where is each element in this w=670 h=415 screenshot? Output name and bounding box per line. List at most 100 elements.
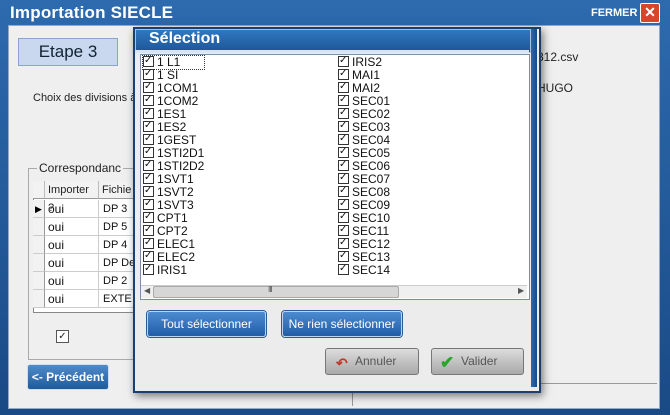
scroll-right-icon[interactable]: ▶ bbox=[518, 286, 524, 295]
division-label: 1COM2 bbox=[157, 94, 199, 108]
division-label: SEC13 bbox=[352, 250, 391, 264]
division-checkbox[interactable] bbox=[143, 199, 154, 211]
division-checkbox[interactable] bbox=[143, 173, 154, 185]
division-label: CPT1 bbox=[157, 211, 188, 225]
division-checkbox[interactable] bbox=[143, 82, 154, 94]
dialog-frame-edge bbox=[531, 29, 537, 387]
division-label: SEC04 bbox=[352, 133, 391, 147]
division-label: SEC12 bbox=[352, 237, 391, 251]
division-label: 1 L1 bbox=[157, 55, 181, 69]
division-label: 1SVT2 bbox=[157, 185, 194, 199]
division-checkbox[interactable] bbox=[338, 225, 349, 237]
division-checkbox[interactable] bbox=[143, 134, 154, 146]
division-checkbox[interactable] bbox=[338, 121, 349, 133]
division-label: CPT2 bbox=[157, 224, 188, 238]
division-checkbox[interactable] bbox=[338, 251, 349, 263]
division-label: MAI1 bbox=[352, 68, 381, 82]
scroll-left-icon[interactable]: ◀ bbox=[144, 286, 150, 295]
division-checkbox[interactable] bbox=[338, 212, 349, 224]
division-checkbox[interactable] bbox=[338, 134, 349, 146]
scrollbar-grip-icon: III bbox=[268, 285, 273, 294]
division-checkbox[interactable] bbox=[338, 160, 349, 172]
division-list-item[interactable]: SEC14 bbox=[338, 264, 390, 277]
division-label: 1STI2D1 bbox=[157, 146, 205, 160]
checklist-column-1: 1 L11 SI1COM11COM21ES11ES21GEST1STI2D11S… bbox=[141, 55, 206, 277]
row-indicator bbox=[33, 272, 45, 290]
division-checkbox[interactable] bbox=[143, 264, 154, 276]
division-label: ELEC1 bbox=[157, 237, 196, 251]
table-cell-importer[interactable]: oui bbox=[45, 272, 99, 290]
division-checkbox[interactable] bbox=[143, 186, 154, 198]
checklist-column-2: IRIS2MAI1MAI2SEC01SEC02SEC03SEC04SEC05SE… bbox=[338, 56, 390, 277]
division-checkbox[interactable] bbox=[338, 199, 349, 211]
division-checkbox[interactable] bbox=[338, 108, 349, 120]
division-label: SEC08 bbox=[352, 185, 391, 199]
dialog-title-underline bbox=[135, 50, 529, 53]
correspondance-label: Correspondanc bbox=[37, 161, 124, 175]
close-icon[interactable]: ✕ bbox=[640, 3, 660, 23]
table-cell-importer[interactable]: oui bbox=[45, 218, 99, 236]
division-list-item[interactable]: IRIS1 bbox=[143, 264, 204, 277]
division-label: 1 SI bbox=[157, 68, 179, 82]
division-label: IRIS2 bbox=[352, 55, 383, 69]
division-label: 1GEST bbox=[157, 133, 197, 147]
dialog-title: Sélection bbox=[149, 30, 221, 47]
row-indicator bbox=[33, 218, 45, 236]
division-label: SEC10 bbox=[352, 211, 391, 225]
division-checkbox[interactable] bbox=[338, 173, 349, 185]
scrollbar-thumb[interactable] bbox=[153, 286, 399, 298]
division-label: SEC05 bbox=[352, 146, 391, 160]
division-checkbox[interactable] bbox=[338, 147, 349, 159]
division-checkbox[interactable] bbox=[143, 108, 154, 120]
close-label[interactable]: FERMER bbox=[591, 7, 637, 19]
division-label: SEC01 bbox=[352, 94, 391, 108]
division-label: SEC02 bbox=[352, 107, 391, 121]
division-checkbox[interactable] bbox=[143, 225, 154, 237]
division-checkbox[interactable] bbox=[143, 238, 154, 250]
select-none-button[interactable]: Ne rien sélectionner bbox=[282, 311, 402, 337]
division-label: IRIS1 bbox=[157, 263, 188, 277]
division-checkbox[interactable] bbox=[338, 82, 349, 94]
division-label: SEC09 bbox=[352, 198, 391, 212]
table-cell-importer[interactable]: oui bbox=[45, 290, 99, 308]
select-all-button[interactable]: Tout sélectionner bbox=[147, 311, 266, 337]
division-label: 1ES2 bbox=[157, 120, 187, 134]
row-indicator bbox=[33, 290, 45, 308]
table-cell-importer[interactable]: oui bbox=[45, 200, 99, 218]
division-label: ELEC2 bbox=[157, 250, 196, 264]
previous-button[interactable]: <- Précédent bbox=[27, 364, 109, 390]
division-checkbox[interactable] bbox=[338, 186, 349, 198]
row-indicator bbox=[33, 236, 45, 254]
division-checkbox[interactable] bbox=[143, 95, 154, 107]
division-checkbox[interactable] bbox=[143, 121, 154, 133]
table-cell-importer[interactable]: oui bbox=[45, 236, 99, 254]
validate-label: Valider bbox=[461, 354, 498, 368]
division-checkbox[interactable] bbox=[338, 95, 349, 107]
division-label: SEC03 bbox=[352, 120, 391, 134]
division-checkbox[interactable] bbox=[143, 147, 154, 159]
division-label: SEC14 bbox=[352, 263, 391, 277]
division-label: MAI2 bbox=[352, 81, 381, 95]
division-checkbox[interactable] bbox=[143, 160, 154, 172]
user-name: HUGO bbox=[537, 81, 573, 95]
cancel-label: Annuler bbox=[355, 354, 397, 368]
division-checkbox[interactable] bbox=[143, 251, 154, 263]
division-label: SEC06 bbox=[352, 159, 391, 173]
division-checkbox[interactable] bbox=[338, 238, 349, 250]
row-indicator-icon: ▶ bbox=[33, 200, 45, 218]
table-header-importer[interactable]: Importer ? bbox=[45, 181, 99, 214]
division-checkbox[interactable] bbox=[143, 69, 154, 81]
division-checkbox[interactable] bbox=[143, 212, 154, 224]
division-checkbox[interactable] bbox=[338, 56, 349, 68]
division-label: SEC07 bbox=[352, 172, 391, 186]
step-label: Etape 3 bbox=[18, 38, 118, 66]
window-title: Importation SIECLE bbox=[10, 3, 174, 22]
option-checkbox[interactable]: ✓ bbox=[56, 330, 69, 343]
division-checkbox[interactable] bbox=[338, 69, 349, 81]
division-label: 1STI2D2 bbox=[157, 159, 205, 173]
file-name: 812.csv bbox=[537, 50, 579, 64]
table-cell-importer[interactable]: oui bbox=[45, 254, 99, 272]
division-checkbox[interactable] bbox=[338, 264, 349, 276]
instructions-text: Choix des divisions à bbox=[33, 92, 137, 104]
division-checkbox[interactable] bbox=[143, 56, 154, 68]
